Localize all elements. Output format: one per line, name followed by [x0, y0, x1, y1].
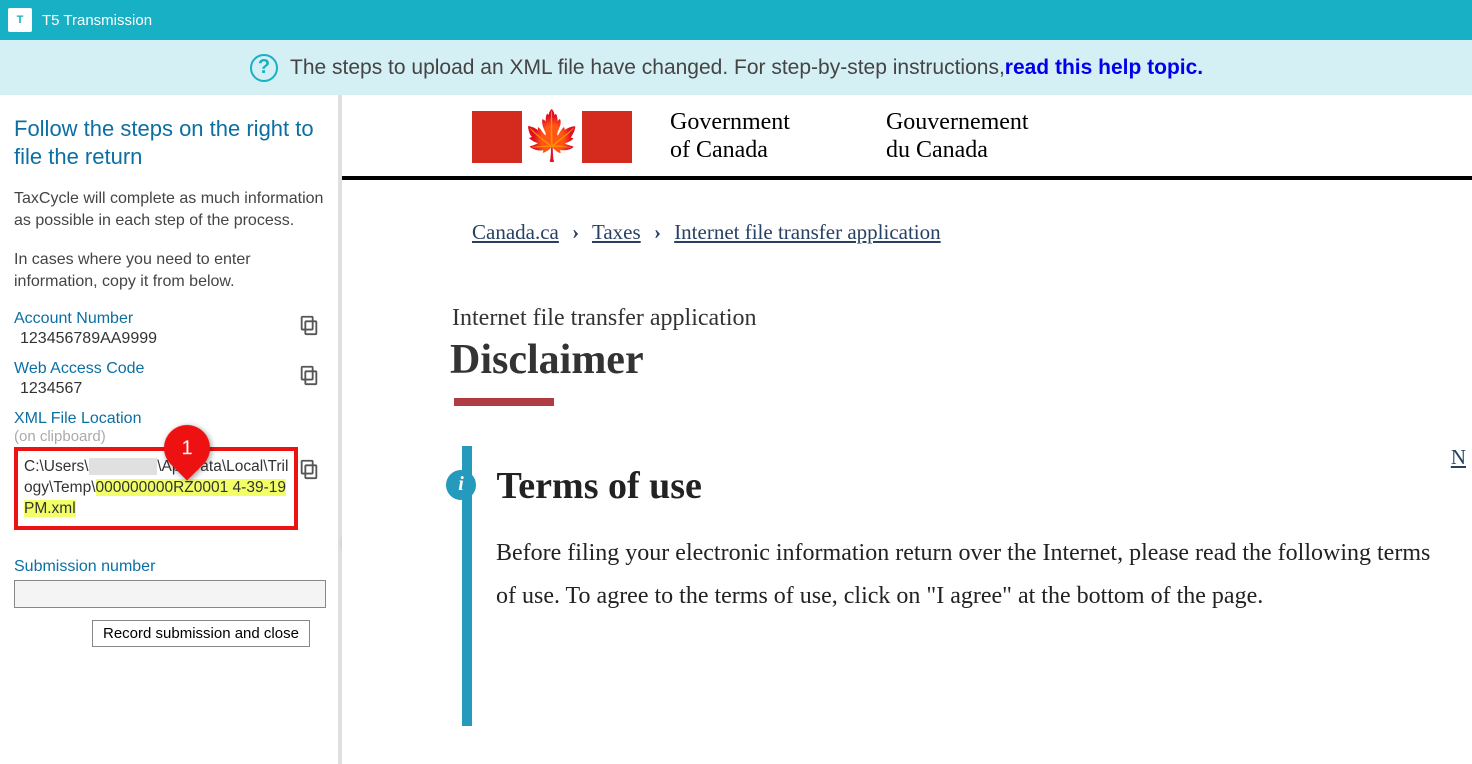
- info-icon: i: [446, 470, 476, 500]
- crumb-app[interactable]: Internet file transfer application: [674, 220, 940, 244]
- chevron-right-icon: ›: [654, 220, 661, 244]
- info-bar: ? The steps to upload an XML file have c…: [0, 40, 1472, 95]
- xml-file-path: C:\Users\ \AppData\Local\Trilogy\Temp\00…: [14, 447, 298, 530]
- crumb-taxes[interactable]: Taxes: [592, 220, 641, 244]
- breadcrumb: Canada.ca › Taxes › Internet file transf…: [342, 180, 1472, 245]
- xml-path-prefix: C:\Users\: [24, 458, 89, 475]
- terms-paragraph: Before filing your electronic informatio…: [496, 532, 1456, 618]
- gov-fr: Gouvernementdu Canada: [886, 109, 1029, 164]
- title-bar: T T5 Transmission: [0, 0, 1472, 40]
- clipboard-note: (on clipboard): [14, 428, 298, 445]
- browser-content: 🍁 Governmentof Canada Gouvernementdu Can…: [342, 95, 1472, 764]
- app-icon: T: [8, 8, 32, 32]
- canada-flag-left: [472, 111, 522, 163]
- account-number-value: 123456789AA9999: [14, 330, 298, 348]
- gov-canada-header: 🍁 Governmentof Canada Gouvernementdu Can…: [342, 95, 1472, 180]
- terms-section: i Terms of use Before filing your electr…: [342, 406, 1472, 726]
- chevron-right-icon: ›: [572, 220, 579, 244]
- xml-path-user-redacted: [89, 458, 158, 475]
- truncated-link[interactable]: N: [1451, 445, 1466, 470]
- page-title: Disclaimer: [342, 336, 1472, 384]
- help-icon[interactable]: ?: [250, 54, 278, 82]
- record-submission-button[interactable]: Record submission and close: [92, 620, 310, 647]
- sidebar-para-2: In cases where you need to enter informa…: [14, 249, 324, 292]
- web-access-code-label: Web Access Code: [14, 360, 298, 378]
- copy-icon[interactable]: [298, 314, 320, 336]
- web-access-code-value: 1234567: [14, 380, 298, 398]
- submission-number-label: Submission number: [14, 558, 324, 576]
- canada-flag-center: 🍁: [526, 111, 578, 163]
- title-underline: [454, 398, 554, 406]
- maple-leaf-icon: 🍁: [522, 113, 582, 161]
- window-title: T5 Transmission: [42, 12, 152, 29]
- sidebar-heading: Follow the steps on the right to file th…: [14, 115, 324, 170]
- terms-heading: Terms of use: [496, 465, 701, 507]
- canada-flag-right: [582, 111, 632, 163]
- info-bar-text: The steps to upload an XML file have cha…: [290, 56, 1005, 80]
- copy-icon[interactable]: [298, 364, 320, 386]
- sidebar: Follow the steps on the right to file th…: [0, 95, 342, 764]
- sidebar-para-1: TaxCycle will complete as much informati…: [14, 188, 324, 231]
- submission-number-input[interactable]: [14, 580, 326, 608]
- page-subheading: Internet file transfer application: [342, 245, 1472, 332]
- crumb-canada[interactable]: Canada.ca: [472, 220, 559, 244]
- account-number-label: Account Number: [14, 310, 298, 328]
- copy-icon[interactable]: [298, 458, 320, 480]
- help-topic-link[interactable]: read this help topic.: [1005, 56, 1203, 80]
- xml-file-location-label: XML File Location: [14, 410, 298, 428]
- gov-en: Governmentof Canada: [670, 109, 790, 164]
